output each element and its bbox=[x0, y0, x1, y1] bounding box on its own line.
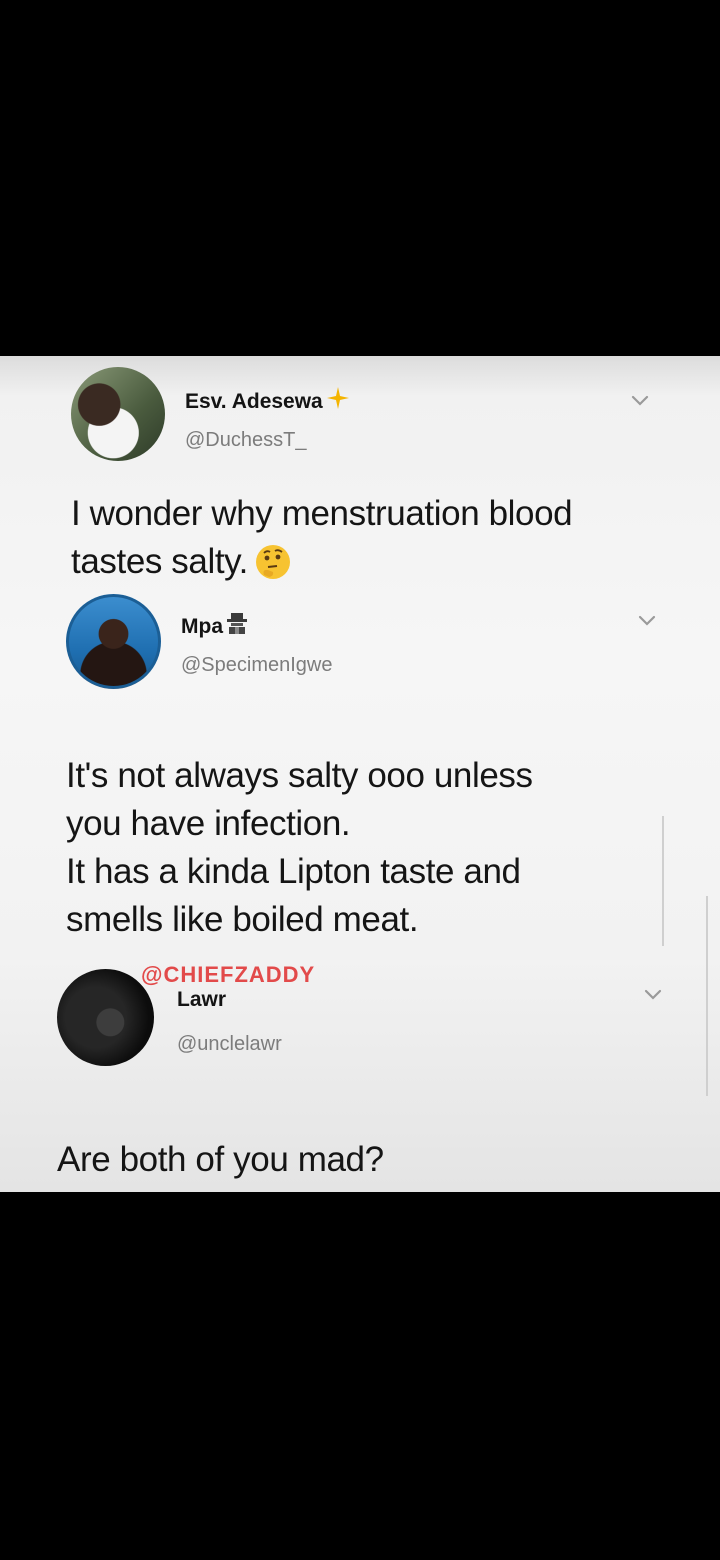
tweet-text: I wonder why menstruation blood tastes s… bbox=[71, 490, 573, 594]
display-name[interactable]: Esv. Adesewa bbox=[185, 386, 350, 416]
tweet-text: It's not always salty ooo unless you hav… bbox=[66, 756, 533, 939]
avatar[interactable] bbox=[71, 367, 165, 461]
user-handle[interactable]: @DuchessT_ bbox=[185, 429, 306, 452]
tweet-screenshot: Esv. Adesewa @DuchessT_ I wonder why men… bbox=[0, 356, 720, 1192]
divider bbox=[706, 896, 708, 1096]
tweet-text: Are both of you mad? bbox=[57, 1140, 384, 1179]
display-name[interactable]: Lawr bbox=[177, 988, 226, 1012]
user-handle[interactable]: @SpecimenIgwe bbox=[181, 654, 332, 677]
display-name[interactable]: Mpa bbox=[181, 611, 248, 641]
sparkle-icon bbox=[326, 386, 350, 416]
avatar[interactable] bbox=[57, 969, 154, 1066]
user-handle[interactable]: @unclelawr bbox=[177, 1033, 282, 1056]
avatar[interactable] bbox=[66, 594, 161, 689]
thinking-face-icon bbox=[254, 543, 292, 594]
chevron-down-icon[interactable] bbox=[627, 390, 653, 410]
detective-icon bbox=[226, 611, 248, 641]
chevron-down-icon[interactable] bbox=[640, 984, 666, 1004]
divider bbox=[662, 816, 664, 946]
watermark: @CHIEFZADDY bbox=[141, 962, 316, 987]
chevron-down-icon[interactable] bbox=[634, 610, 660, 630]
